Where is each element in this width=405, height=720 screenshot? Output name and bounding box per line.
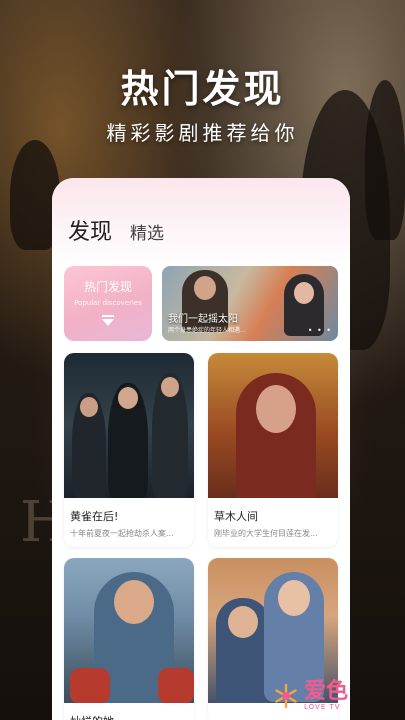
promo-subline: 精彩影剧推荐给你 [106, 121, 299, 145]
watermark-text-en: LOVE TV [304, 703, 341, 711]
movie-description: 十年前夏夜一起抢劫杀人案... [70, 529, 174, 538]
snowflake-logo-icon [275, 683, 297, 709]
promo-headline: 热门发现 [120, 67, 285, 111]
app-watermark-logo: 爱色 LOVE TV [272, 676, 392, 716]
movie-card[interactable]: 草木人间 刚毕业的大学生何目莲在发... [208, 353, 338, 547]
movie-poster [64, 558, 194, 703]
movie-poster [64, 353, 194, 498]
hot-card-subtitle: Popular discoveries [74, 299, 142, 307]
movie-title: 灿烂的她 [64, 703, 194, 720]
movie-card[interactable]: 黄雀在后! 十年前夏夜一起抢劫杀人案... [64, 353, 194, 547]
banner-subtitle: 两个身患绝症的年轻人相遇… [168, 327, 247, 334]
phone-mockup: 发现 精选 热门发现 Popular discoveries 我们一起摇太阳 两… [52, 178, 350, 720]
download-arrow-icon [102, 315, 114, 326]
hot-discover-card[interactable]: 热门发现 Popular discoveries [64, 266, 152, 341]
hot-card-title: 热门发现 [83, 280, 132, 294]
tab-bar: 发现 精选 [68, 214, 164, 246]
tab-discover-label: 发现 [68, 220, 113, 245]
watermark-text-cn: 爱色 [304, 679, 349, 704]
movie-poster [208, 353, 338, 498]
featured-banner[interactable]: 我们一起摇太阳 两个身患绝症的年轻人相遇… • • • [162, 266, 338, 341]
tab-featured[interactable]: 精选 [130, 219, 164, 246]
movie-title: 黄雀在后! [70, 510, 119, 523]
tab-discover[interactable]: 发现 [68, 214, 118, 246]
movie-card[interactable]: 灿烂的她 [64, 558, 194, 720]
movie-title: 草木人间 [214, 510, 258, 523]
banner-pager-dots: • • • [307, 326, 332, 335]
banner-caption: 我们一起摇太阳 [168, 314, 238, 325]
movie-description: 刚毕业的大学生何目莲在发... [214, 529, 318, 538]
